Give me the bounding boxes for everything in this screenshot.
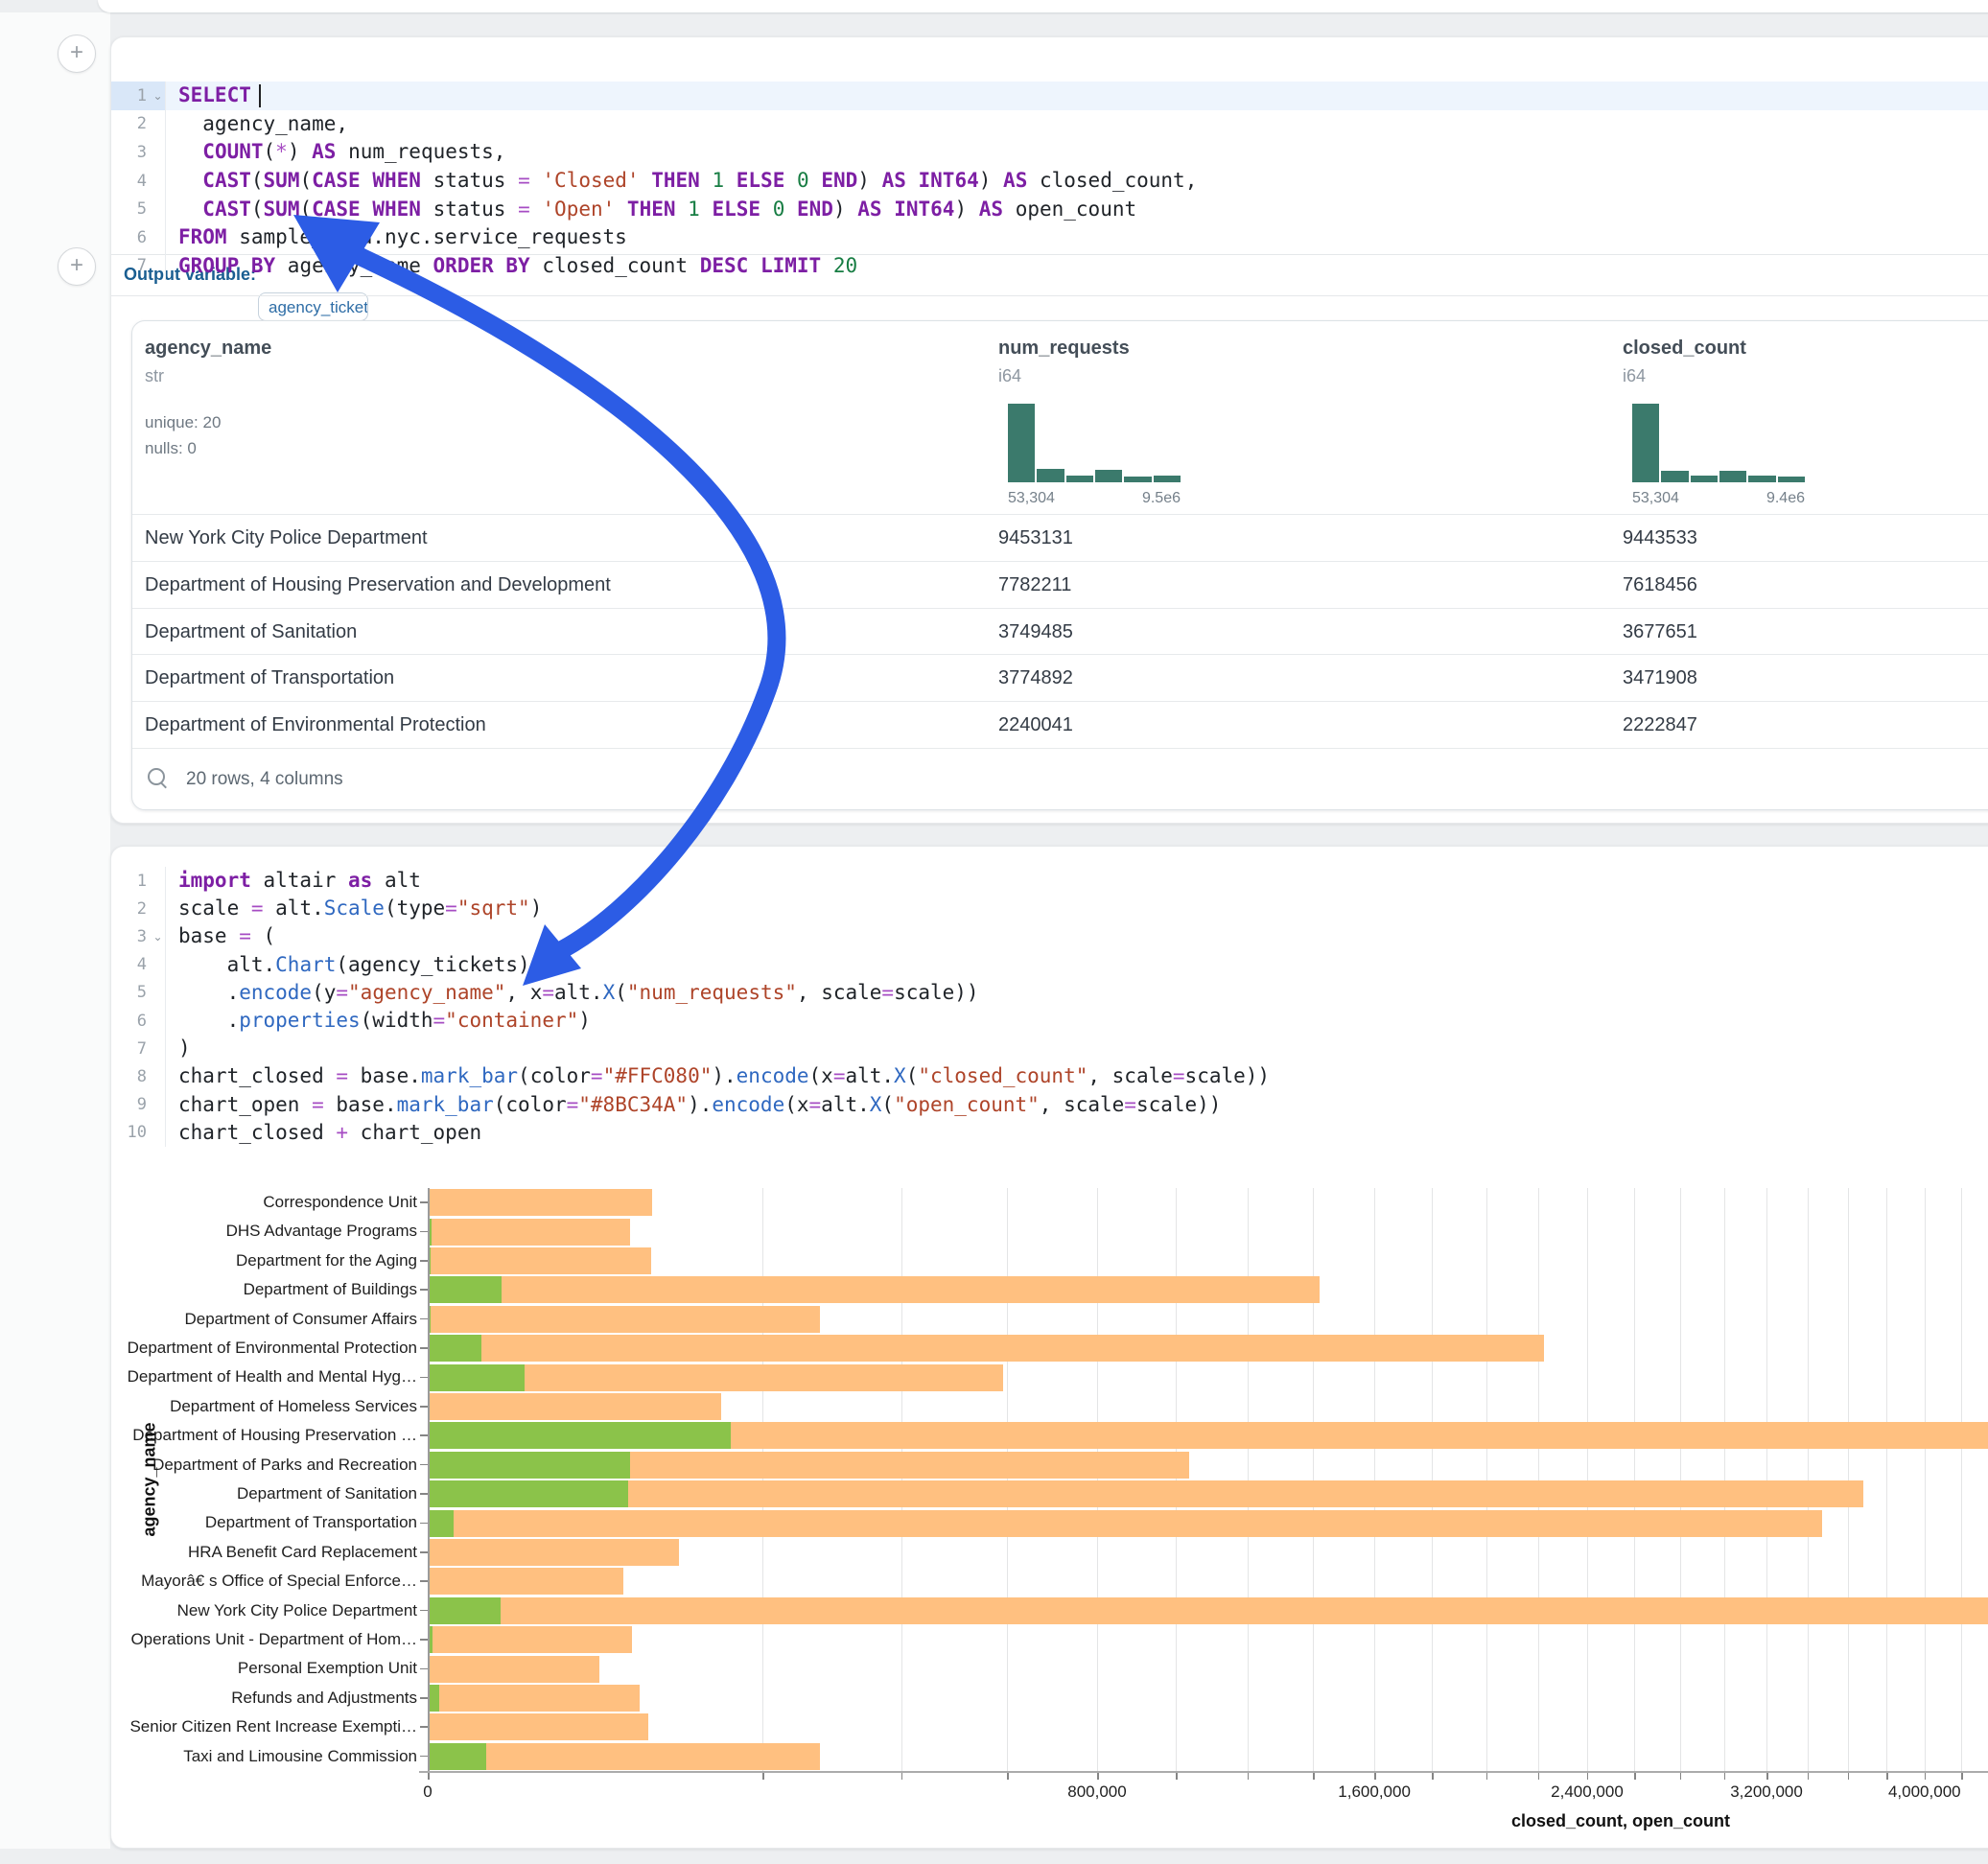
histogram-bar [1778, 477, 1805, 482]
line-number: 6 [137, 1012, 151, 1031]
table-cell: Department of Environmental Protection [145, 702, 486, 749]
column-type: i64 [998, 366, 1130, 386]
code-line[interactable]: 6⌄FROM sample_data.nyc.service_requests [111, 223, 1988, 252]
line-number: 6 [137, 228, 151, 247]
code-line[interactable]: 4⌄ alt.Chart(agency_tickets) [111, 951, 1988, 979]
python-cell[interactable]: 1⌄import altair as alt2⌄scale = alt.Scal… [110, 846, 1988, 1849]
column-type: i64 [1623, 366, 1746, 386]
table-cell: 3677651 [1623, 609, 1697, 656]
table-cell: 2222847 [1623, 702, 1697, 749]
code-line[interactable]: 10⌄chart_closed + chart_open [111, 1119, 1988, 1147]
line-number: 8 [137, 1067, 151, 1086]
left-gutter [0, 12, 110, 1849]
column-histogram [1632, 404, 1805, 482]
line-number: 5 [137, 199, 151, 219]
table-row: Department of Sanitation 3749485 3677651 [132, 608, 1988, 656]
histogram-bar [1008, 404, 1035, 482]
table-cell: 7618456 [1623, 562, 1697, 609]
histogram-bar [1154, 476, 1181, 482]
notebook-page: + + Output variable: agency_tickets 1⌄SE… [0, 0, 1988, 1864]
histogram-bar [1124, 477, 1151, 482]
histogram-bar [1066, 476, 1093, 482]
add-cell-button-output[interactable]: + [58, 247, 96, 286]
line-number: 2 [137, 114, 151, 133]
code-line[interactable]: 5⌄ .encode(y="agency_name", x=alt.X("num… [111, 979, 1988, 1007]
code-line[interactable]: 2⌄ agency_name, [111, 110, 1988, 139]
collapse-chevron-icon[interactable]: ⌄ [151, 89, 165, 103]
code-line[interactable]: 3⌄ COUNT(*) AS num_requests, [111, 138, 1988, 167]
code-line[interactable]: 7⌄) [111, 1035, 1988, 1062]
line-number: 7 [137, 256, 151, 275]
code-line[interactable]: 8⌄chart_closed = base.mark_bar(color="#F… [111, 1062, 1988, 1090]
column-header-closed-count[interactable]: closed_count i64 [1623, 338, 1746, 386]
collapse-chevron-icon[interactable]: ⌄ [151, 930, 165, 944]
output-variable-pill[interactable]: agency_tickets [258, 292, 368, 321]
code-line[interactable]: 3⌄base = ( [111, 922, 1988, 950]
code-line[interactable]: 1⌄import altair as alt [111, 867, 1988, 895]
table-cell: 2240041 [998, 702, 1073, 749]
table-cell: 3471908 [1623, 655, 1697, 702]
table-cell: Department of Transportation [145, 655, 394, 702]
histogram-bar [1719, 471, 1746, 482]
column-name: num_requests [998, 338, 1130, 360]
histogram-range-labels: 53,3049.4e6 [1632, 490, 1805, 507]
table-cell: 9453131 [998, 515, 1073, 562]
line-number: 1 [137, 872, 151, 891]
code-line[interactable]: 9⌄chart_open = base.mark_bar(color="#8BC… [111, 1091, 1988, 1119]
table-cell: Department of Sanitation [145, 609, 357, 656]
table-row: Department of Housing Preservation and D… [132, 561, 1988, 609]
histogram-bar [1661, 471, 1688, 482]
text-cursor [259, 84, 261, 107]
line-number: 5 [137, 983, 151, 1002]
histogram-bar [1095, 470, 1122, 482]
table-cell: 7782211 [998, 562, 1071, 609]
code-line[interactable]: 7⌄GROUP BY agency_name ORDER BY closed_c… [111, 252, 1988, 281]
line-number: 4 [137, 955, 151, 974]
table-cell: New York City Police Department [145, 515, 428, 562]
add-cell-button-top[interactable]: + [58, 35, 96, 73]
line-number: 10 [128, 1123, 151, 1142]
column-name: agency_name [145, 338, 271, 360]
column-header-num-requests[interactable]: num_requests i64 [998, 338, 1130, 386]
column-name: closed_count [1623, 338, 1746, 360]
code-line[interactable]: 5⌄ CAST(SUM(CASE WHEN status = 'Open' TH… [111, 195, 1988, 223]
code-line[interactable]: 6⌄ .properties(width="container") [111, 1007, 1988, 1035]
line-number: 4 [137, 172, 151, 191]
code-line[interactable]: 4⌄ CAST(SUM(CASE WHEN status = 'Closed' … [111, 167, 1988, 196]
cell-divider [111, 295, 1988, 296]
code-line[interactable]: 2⌄scale = alt.Scale(type="sqrt") [111, 895, 1988, 922]
table-footer: 20 rows, 4 columns [132, 748, 1988, 810]
column-type: str [145, 366, 271, 386]
histogram-bar [1691, 476, 1718, 482]
table-cell: 3774892 [998, 655, 1073, 702]
histogram-bar [1632, 404, 1659, 482]
line-number: 1 [137, 86, 151, 105]
line-number: 2 [137, 899, 151, 919]
table-row: New York City Police Department 9453131 94… [132, 514, 1988, 562]
line-number: 3 [137, 143, 151, 162]
table-row: Department of Environmental Protection 22… [132, 701, 1988, 749]
previous-cell-remnant [98, 0, 1988, 12]
code-line[interactable]: 1⌄SELECT [111, 82, 1988, 110]
dataframe-preview: agency_namestr unique: 20 nulls: 0 num_req… [131, 320, 1988, 810]
line-number: 9 [137, 1095, 151, 1114]
row-count-text: 20 rows, 4 columns [186, 749, 343, 810]
column-stat: unique: 20 [145, 413, 271, 432]
search-icon[interactable] [148, 768, 165, 785]
column-histogram [1008, 404, 1181, 482]
column-stat: nulls: 0 [145, 439, 271, 458]
table-cell: 3749485 [998, 609, 1073, 656]
histogram-bar [1037, 469, 1064, 482]
table-cell: 9443533 [1623, 515, 1697, 562]
column-header-agency-name[interactable]: agency_namestr unique: 20 nulls: 0 [145, 338, 271, 458]
line-number: 3 [137, 927, 151, 946]
table-cell: Department of Housing Preservation and D… [145, 562, 611, 609]
histogram-range-labels: 53,3049.5e6 [1008, 490, 1181, 507]
histogram-bar [1748, 476, 1775, 482]
table-row: Department of Transportation 3774892 34719… [132, 654, 1988, 702]
line-number: 7 [137, 1039, 151, 1059]
